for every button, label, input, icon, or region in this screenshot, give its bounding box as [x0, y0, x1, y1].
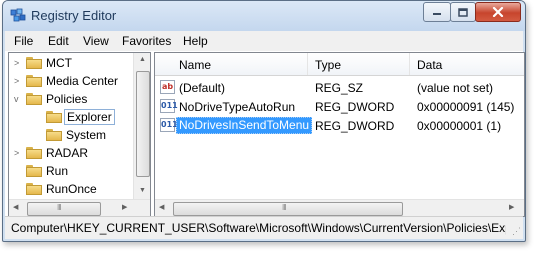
scroll-left-icon[interactable]: ◀	[159, 203, 164, 211]
scroll-left-icon[interactable]: ◀	[13, 203, 18, 211]
window-title: Registry Editor	[31, 8, 117, 23]
column-header-type[interactable]: Type	[315, 58, 341, 72]
menu-favorites[interactable]: Favorites	[122, 34, 171, 48]
collapse-arrow-icon[interactable]: v	[14, 94, 22, 104]
tree-item-label: Policies	[46, 92, 88, 106]
main-content: > MCT > Media Center v Policies Explorer…	[5, 51, 525, 217]
tree-horizontal-scrollbar[interactable]: ◀ III ▶	[9, 199, 150, 216]
expand-arrow-icon[interactable]: >	[14, 76, 22, 86]
menu-bar: File Edit View Favorites Help	[5, 31, 523, 51]
table-row[interactable]: ab (Default) REG_SZ (value not set)	[155, 78, 524, 97]
column-divider[interactable]	[409, 53, 410, 75]
tree-item-system[interactable]: System	[9, 126, 150, 144]
value-name: (Default)	[179, 81, 226, 95]
column-header-name[interactable]: Name	[179, 58, 211, 72]
value-name-selected: NoDrivesInSendToMenu	[176, 117, 313, 134]
menu-view[interactable]: View	[83, 34, 109, 48]
close-button[interactable]	[475, 2, 521, 22]
tree-item-policies[interactable]: v Policies	[9, 90, 150, 108]
maximize-icon	[458, 7, 468, 17]
tree-horizontal-scroll-thumb[interactable]: III	[27, 202, 101, 216]
tree-item-label: RADAR	[46, 146, 89, 160]
key-tree[interactable]: > MCT > Media Center v Policies Explorer…	[8, 52, 151, 217]
tree-item-media-center[interactable]: > Media Center	[9, 72, 150, 90]
column-divider[interactable]	[307, 53, 308, 75]
folder-icon	[26, 147, 42, 159]
list-horizontal-scrollbar[interactable]: ◀ III ▶	[155, 199, 524, 216]
list-header: Name Type Data	[155, 53, 524, 76]
value-type: REG_SZ	[315, 81, 364, 95]
tree-item-radar[interactable]: > RADAR	[9, 144, 150, 162]
scroll-right-icon[interactable]: ▶	[122, 203, 127, 211]
registry-path: Computer\HKEY_CURRENT_USER\Software\Micr…	[11, 221, 506, 235]
values-list[interactable]: Name Type Data ab (Default) REG_SZ (valu…	[154, 52, 525, 217]
folder-icon	[26, 75, 42, 87]
close-icon	[492, 7, 504, 17]
folder-icon	[46, 129, 62, 141]
expand-arrow-icon[interactable]: >	[14, 58, 22, 68]
table-row[interactable]: 011 NoDriveTypeAutoRun REG_DWORD 0x00000…	[155, 97, 524, 116]
resize-grip-icon[interactable]: ⋰	[512, 226, 521, 237]
tree-item-explorer[interactable]: Explorer	[9, 108, 150, 126]
tree-vertical-scroll-thumb[interactable]	[136, 71, 150, 177]
value-data: 0x00000091 (145)	[417, 100, 515, 114]
value-name: NoDriveTypeAutoRun	[179, 100, 296, 114]
menu-help[interactable]: Help	[183, 34, 208, 48]
tree-item-run[interactable]: Run	[9, 162, 150, 180]
scroll-down-icon[interactable]: ▼	[139, 187, 146, 194]
folder-icon	[26, 183, 42, 195]
tree-item-label-selected: Explorer	[64, 109, 115, 125]
folder-icon	[26, 57, 42, 69]
minimize-button[interactable]	[423, 2, 451, 22]
folder-icon	[26, 165, 42, 177]
tree-item-label: RunOnce	[46, 182, 97, 196]
status-bar: Computer\HKEY_CURRENT_USER\Software\Micr…	[5, 216, 523, 239]
maximize-button[interactable]	[450, 2, 476, 22]
scroll-grip: III	[57, 203, 62, 212]
registry-editor-window: Registry Editor File Edit View Favorites…	[2, 0, 526, 242]
menu-edit[interactable]: Edit	[48, 34, 69, 48]
folder-open-icon	[46, 111, 62, 123]
registry-editor-icon	[10, 8, 26, 22]
value-data: 0x00000001 (1)	[417, 119, 502, 133]
value-type: REG_DWORD	[315, 119, 395, 133]
tree-item-mct[interactable]: > MCT	[9, 54, 150, 72]
list-horizontal-scroll-thumb[interactable]: III	[173, 202, 403, 216]
menu-file[interactable]: File	[14, 34, 33, 48]
value-type: REG_DWORD	[315, 100, 395, 114]
scroll-grip: III	[282, 203, 287, 212]
tree-item-label: Media Center	[46, 74, 119, 88]
binary-value-icon: 011	[160, 99, 178, 113]
value-data: (value not set)	[417, 81, 494, 95]
scroll-up-icon[interactable]: ▲	[139, 56, 146, 63]
tree-item-runonce[interactable]: RunOnce	[9, 180, 150, 198]
title-bar[interactable]: Registry Editor	[3, 1, 525, 31]
string-value-icon: ab	[160, 80, 175, 94]
column-header-data[interactable]: Data	[417, 58, 442, 72]
minimize-icon	[433, 13, 441, 15]
tree-item-label: MCT	[46, 56, 72, 70]
folder-open-icon	[26, 93, 42, 105]
scroll-right-icon[interactable]: ▶	[509, 203, 514, 211]
tree-vertical-scrollbar[interactable]: ▲ ▼	[133, 53, 150, 199]
tree-item-label: Run	[46, 164, 69, 178]
table-row-selected[interactable]: 011 NoDrivesInSendToMenu REG_DWORD 0x000…	[155, 116, 524, 135]
tree-item-label: System	[66, 128, 107, 142]
expand-arrow-icon[interactable]: >	[14, 148, 22, 158]
binary-value-icon: 011	[160, 118, 178, 132]
